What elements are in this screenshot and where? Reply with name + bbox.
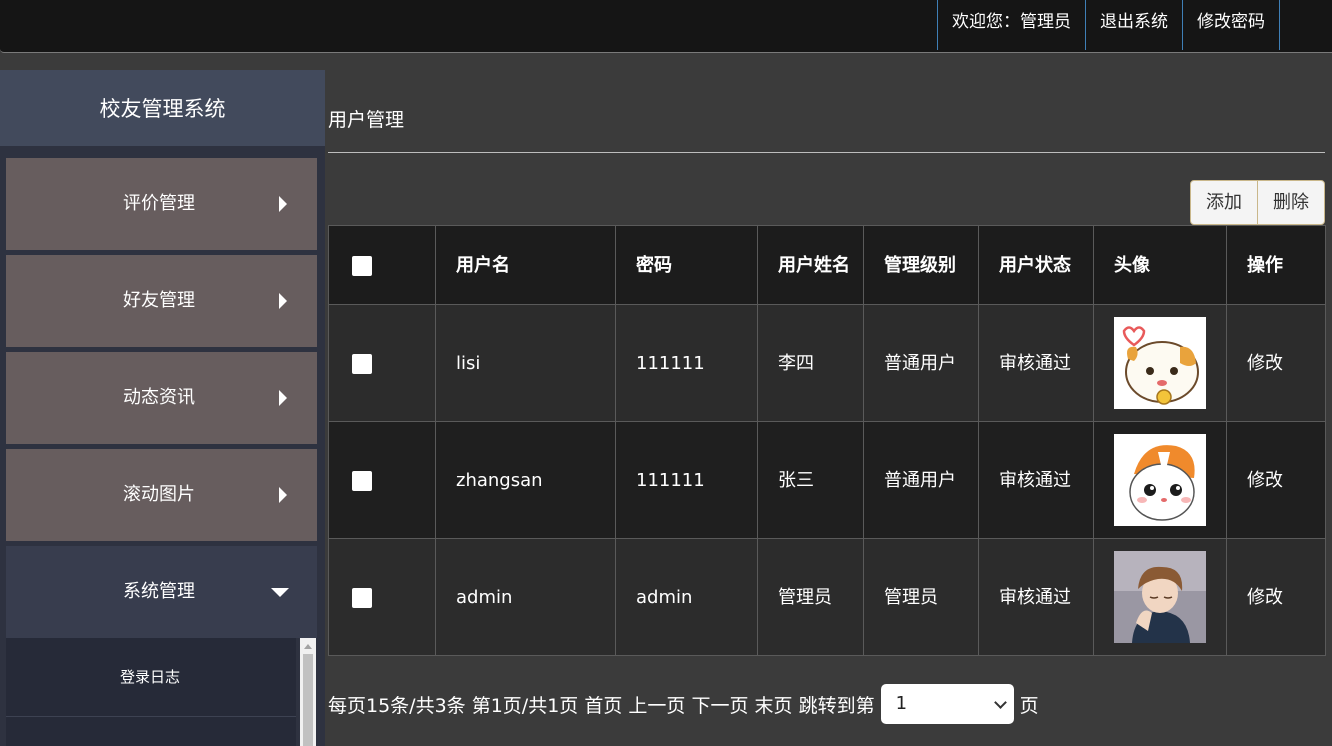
- top-bar: 欢迎您：管理员 退出系统 修改密码: [0, 0, 1332, 53]
- caret-right-icon: [279, 390, 287, 406]
- edit-link[interactable]: 修改: [1226, 421, 1326, 539]
- cell-password: admin: [615, 538, 758, 656]
- hamtaro-avatar: [1114, 434, 1206, 526]
- edit-link[interactable]: 修改: [1226, 304, 1326, 422]
- table-row: admin admin 管理员 管理员 审核通过 修改: [328, 538, 1326, 656]
- page-jump-select[interactable]: 1: [880, 684, 1014, 724]
- page-title: 用户管理: [328, 109, 405, 131]
- row-select-cell: [328, 304, 436, 422]
- cell-password: 111111: [615, 304, 758, 422]
- submenu-scrollbar[interactable]: [300, 638, 316, 746]
- column-header: 用户状态: [978, 225, 1094, 305]
- page-jump-value: 1: [895, 693, 908, 714]
- cell-status: 审核通过: [978, 421, 1094, 539]
- row-checkbox[interactable]: [352, 587, 372, 608]
- scroll-up-icon[interactable]: [304, 644, 312, 649]
- delete-button[interactable]: 删除: [1257, 181, 1324, 224]
- pager-summary: 每页15条/共3条 第1页/共1页: [328, 694, 579, 717]
- column-header: 管理级别: [863, 225, 979, 305]
- title-divider: [328, 152, 1325, 153]
- system-submenu: 登录日志: [6, 638, 296, 746]
- column-header: 用户姓名: [757, 225, 864, 305]
- anime-boy-avatar: [1114, 551, 1206, 643]
- pager-last-link[interactable]: 末页: [755, 691, 793, 718]
- sidebar-item-friends[interactable]: 好友管理: [6, 255, 317, 347]
- sidebar-item-evaluation[interactable]: 评价管理: [6, 158, 317, 250]
- caret-down-icon: [271, 588, 289, 597]
- sidebar-menu: 评价管理 好友管理 动态资讯 滚动图片 系统管理: [0, 146, 325, 638]
- add-button[interactable]: 添加: [1191, 181, 1257, 224]
- table-row: lisi 111111 李四 普通用户 审核通过 修改: [328, 304, 1326, 422]
- sidebar-title: 校友管理系统: [0, 70, 325, 146]
- sidebar-item-carousel[interactable]: 滚动图片: [6, 449, 317, 541]
- welcome-text: 欢迎您：管理员: [937, 0, 1085, 50]
- cell-username: admin: [435, 538, 616, 656]
- column-header: 头像: [1093, 225, 1227, 305]
- row-select-cell: [328, 538, 436, 656]
- pager-prev-link[interactable]: 上一页: [628, 691, 685, 718]
- cell-realname: 李四: [757, 304, 864, 422]
- top-nav: 欢迎您：管理员 退出系统 修改密码: [937, 0, 1280, 50]
- sidebar-item-label: 好友管理: [123, 290, 195, 311]
- pager-first-link[interactable]: 首页: [584, 691, 622, 718]
- row-checkbox[interactable]: [352, 470, 372, 491]
- table-header-row: 用户名 密码 用户姓名 管理级别 用户状态 头像 操作: [328, 225, 1326, 305]
- cell-avatar: [1093, 538, 1227, 656]
- edit-link[interactable]: 修改: [1226, 538, 1326, 656]
- cell-realname: 管理员: [757, 538, 864, 656]
- sidebar-item-news[interactable]: 动态资讯: [6, 352, 317, 444]
- caret-right-icon: [279, 293, 287, 309]
- cell-avatar: [1093, 421, 1227, 539]
- action-button-group: 添加 删除: [1190, 180, 1325, 225]
- cell-level: 普通用户: [863, 421, 979, 539]
- sidebar-item-label: 系统管理: [123, 581, 195, 602]
- column-header: 操作: [1226, 225, 1326, 305]
- scrollbar-thumb[interactable]: [303, 654, 313, 746]
- sidebar-item-label: 滚动图片: [123, 484, 195, 505]
- select-all-cell: [328, 225, 436, 305]
- submenu-item-login-log[interactable]: 登录日志: [6, 638, 296, 717]
- cell-level: 普通用户: [863, 304, 979, 422]
- pagination: 每页15条/共3条 第1页/共1页 首页 上一页 下一页 末页 跳转到第 1 页: [328, 683, 1039, 725]
- pager-jump-label: 跳转到第: [798, 694, 875, 717]
- column-header: 密码: [615, 225, 758, 305]
- pager-next-link[interactable]: 下一页: [691, 691, 748, 718]
- cell-username: zhangsan: [435, 421, 616, 539]
- sidebar-item-label: 评价管理: [123, 193, 195, 214]
- cell-username: lisi: [435, 304, 616, 422]
- cell-status: 审核通过: [978, 538, 1094, 656]
- cell-level: 管理员: [863, 538, 979, 656]
- cartoon-hamster-avatar: [1114, 317, 1206, 409]
- column-header: 用户名: [435, 225, 616, 305]
- row-select-cell: [328, 421, 436, 539]
- row-checkbox[interactable]: [352, 353, 372, 374]
- sidebar-item-label: 动态资讯: [123, 387, 195, 408]
- cell-avatar: [1093, 304, 1227, 422]
- cell-password: 111111: [615, 421, 758, 539]
- logout-link[interactable]: 退出系统: [1085, 0, 1182, 50]
- cell-status: 审核通过: [978, 304, 1094, 422]
- user-table: 用户名 密码 用户姓名 管理级别 用户状态 头像 操作 lisi 111111 …: [328, 225, 1326, 656]
- select-all-checkbox[interactable]: [352, 255, 372, 276]
- change-password-link[interactable]: 修改密码: [1182, 0, 1280, 50]
- pager-jump-suffix: 页: [1019, 694, 1039, 717]
- main-content: 用户管理 添加 删除 用户名 密码 用户姓名 管理级别 用户状态 头像 操作 l…: [328, 70, 1326, 746]
- chevron-down-icon: [993, 696, 1007, 709]
- cell-realname: 张三: [757, 421, 864, 539]
- sidebar-item-system[interactable]: 系统管理: [6, 546, 317, 638]
- caret-right-icon: [279, 487, 287, 503]
- table-row: zhangsan 111111 张三 普通用户 审核通过 修改: [328, 421, 1326, 539]
- caret-right-icon: [279, 196, 287, 212]
